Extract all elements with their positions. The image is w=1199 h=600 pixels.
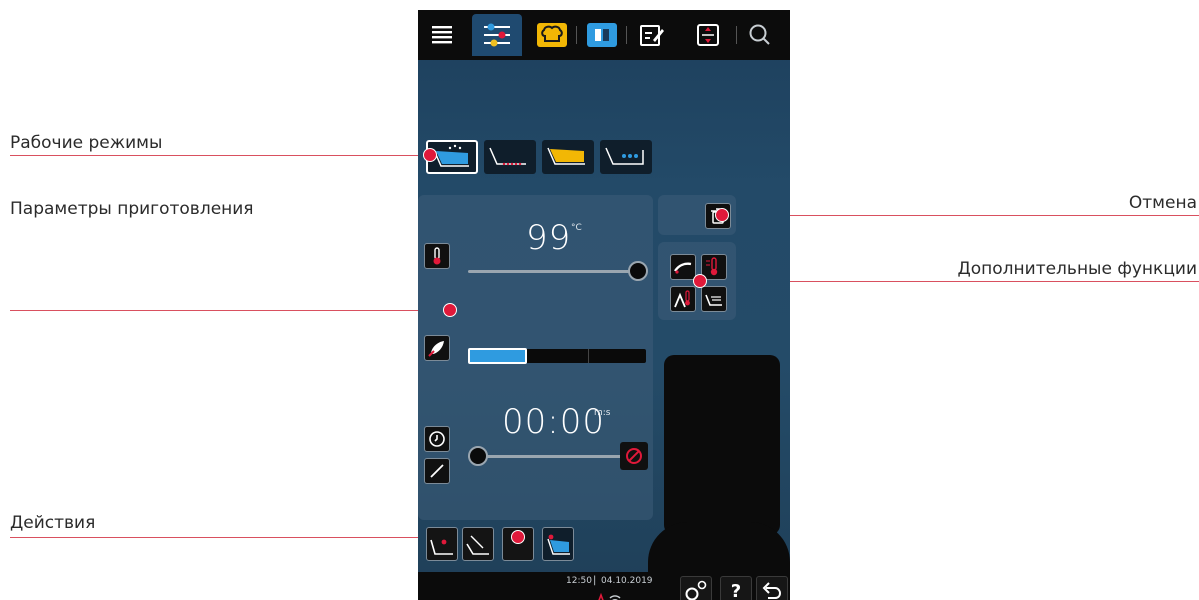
timer-value: 00:00 bbox=[502, 402, 605, 442]
callout-line-cooking-parameters bbox=[10, 310, 450, 311]
preview-area bbox=[664, 355, 780, 535]
timer-slider-track[interactable] bbox=[468, 455, 628, 458]
temperature-value: 99 bbox=[526, 218, 572, 258]
parameters-tab-icon[interactable] bbox=[472, 14, 522, 56]
timer-continuous-icon[interactable] bbox=[620, 442, 648, 470]
callout-cooking-parameters: Параметры приготовления bbox=[10, 199, 254, 219]
callout-cancel: Отмена bbox=[1128, 193, 1197, 213]
humidify-icon[interactable] bbox=[701, 286, 727, 312]
callout-additional-functions: Дополнительные функции bbox=[957, 259, 1197, 279]
core-probe-icon[interactable] bbox=[424, 458, 450, 484]
connectivity-icon bbox=[594, 589, 624, 600]
callout-actions: Действия bbox=[10, 513, 96, 533]
settings-gear-icon[interactable] bbox=[680, 576, 712, 600]
preview-area-shadow bbox=[648, 522, 790, 572]
humidity-icon bbox=[424, 335, 450, 361]
action-steam-button[interactable] bbox=[542, 527, 574, 561]
callout-dot-actions bbox=[511, 530, 525, 544]
search-icon[interactable] bbox=[742, 18, 778, 52]
temperature-unit: °C bbox=[571, 223, 582, 233]
probe-temp-icon[interactable] bbox=[670, 286, 696, 312]
delta-t-icon[interactable] bbox=[670, 254, 696, 280]
timer-mode-icon[interactable] bbox=[424, 426, 450, 452]
callout-dot-additional-functions bbox=[693, 274, 707, 288]
callout-operating-modes: Рабочие режимы bbox=[10, 133, 163, 153]
humidity-bar-divider bbox=[588, 349, 589, 363]
status-date: 04.10.2019 bbox=[601, 576, 653, 586]
temperature-icon bbox=[424, 243, 450, 269]
mode-hot-air-button[interactable] bbox=[484, 140, 536, 174]
chef-hat-icon[interactable] bbox=[534, 18, 570, 52]
status-time: 12:50 bbox=[566, 576, 592, 586]
callout-line-cancel bbox=[722, 215, 1199, 216]
humidity-bar-fill bbox=[468, 348, 527, 364]
callout-dot-cancel bbox=[715, 208, 729, 222]
mode-special-button[interactable] bbox=[600, 140, 652, 174]
edit-note-icon[interactable] bbox=[634, 18, 670, 52]
menu-icon[interactable] bbox=[424, 18, 460, 52]
callout-line-operating-modes bbox=[10, 155, 430, 156]
status-bar: 12:50 | 04.10.2019 ? bbox=[418, 572, 790, 600]
temperature-slider-knob[interactable] bbox=[628, 261, 648, 281]
callout-dot-cooking-parameters bbox=[443, 303, 457, 317]
status-separator: | bbox=[593, 575, 597, 586]
top-toolbar bbox=[418, 10, 790, 60]
cookbook-icon[interactable] bbox=[584, 18, 620, 52]
mode-combi-button[interactable] bbox=[542, 140, 594, 174]
action-load-button[interactable] bbox=[426, 527, 458, 561]
callout-dot-operating-modes bbox=[423, 148, 437, 162]
timer-slider-knob[interactable] bbox=[468, 446, 488, 466]
program-monitor-icon[interactable] bbox=[690, 18, 726, 52]
back-arrow-icon[interactable] bbox=[756, 576, 788, 600]
device-screen: 99 °C 00:00 m:s 12:50 | 04.10.2019 ? bbox=[418, 10, 790, 600]
temperature-slider-track[interactable] bbox=[468, 270, 636, 273]
timer-unit: m:s bbox=[594, 408, 611, 418]
help-button[interactable]: ? bbox=[720, 576, 752, 600]
action-unload-button[interactable] bbox=[462, 527, 494, 561]
